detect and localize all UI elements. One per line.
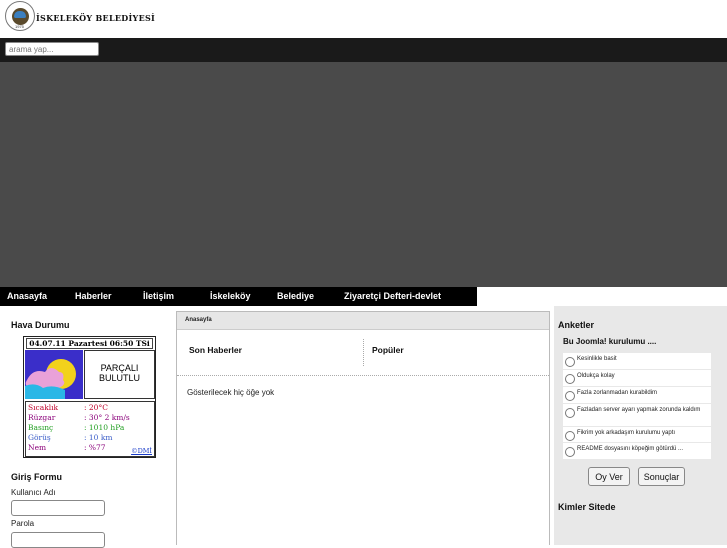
poll-option[interactable]: Fazla zorlanmadan kurabildim (563, 387, 711, 403)
whos-online-title: Kimler Sitede (558, 502, 616, 512)
search-input[interactable] (5, 42, 99, 56)
poll-option[interactable]: Oldukça kolay (563, 370, 711, 386)
poll-option[interactable]: Kesinlikle basit (563, 353, 711, 369)
logo-emblem-icon (12, 8, 29, 25)
radio-button[interactable] (565, 374, 575, 384)
main-content: Anasayfa Son Haberler Popüler Gösterilec… (176, 311, 550, 545)
username-label: Kullanıcı Adı (11, 488, 56, 497)
header-banner (0, 62, 727, 287)
nav-item-municipality[interactable]: Belediye (277, 291, 314, 301)
tab-divider (363, 339, 364, 366)
username-field[interactable] (11, 500, 105, 516)
weather-credit-link[interactable]: ©DMİ (131, 447, 152, 455)
poll-option[interactable]: README dosyasını köpeğim götürdü ... (563, 443, 711, 459)
poll-question: Bu Joomla! kurulumu .... (563, 337, 657, 346)
password-field[interactable] (11, 532, 105, 548)
weather-details: Sıcaklık : 20°C Rüzgar : 30° 2 km/s Bası… (25, 401, 155, 457)
weather-title: Hava Durumu (11, 320, 70, 330)
nav-item-iskelekoy[interactable]: İskeleköy (210, 291, 251, 301)
partly-cloudy-icon (25, 350, 83, 399)
poll-option[interactable]: Fikrim yok arkadaşım kurulumu yaptı (563, 427, 711, 442)
nav-item-contact[interactable]: İletişim (143, 291, 174, 301)
tab-popular[interactable]: Popüler (372, 345, 404, 355)
poll-option[interactable]: Fazladan server ayarı yapmak zorunda kal… (563, 404, 711, 426)
weather-date: 04.07.11 Pazartesi 06:50 TSi (26, 338, 153, 349)
main-nav: Anasayfa Haberler İletişim İskeleköy Bel… (0, 287, 477, 306)
polls-title: Anketler (558, 320, 595, 330)
site-header: 1975 İSKELEKÖY BELEDİYESİ (0, 0, 727, 38)
radio-button[interactable] (565, 357, 575, 367)
radio-button[interactable] (565, 447, 575, 457)
password-label: Parola (11, 519, 35, 528)
nav-item-home[interactable]: Anasayfa (7, 291, 47, 301)
site-title: İSKELEKÖY BELEDİYESİ (36, 13, 156, 23)
empty-message: Gösterilecek hiç öğe yok (187, 388, 275, 397)
radio-button[interactable] (565, 391, 575, 401)
logo-year: 1975 (15, 24, 24, 29)
tab-latest-news[interactable]: Son Haberler (189, 345, 242, 355)
results-button[interactable]: Sonuçlar (638, 467, 685, 486)
search-bar (0, 38, 727, 62)
nav-item-news[interactable]: Haberler (75, 291, 112, 301)
radio-button[interactable] (565, 408, 575, 418)
vote-button[interactable]: Oy Ver (588, 467, 630, 486)
tabs-divider (177, 375, 549, 376)
breadcrumb-bar: Anasayfa (177, 312, 549, 330)
weather-widget: 04.07.11 Pazartesi 06:50 TSi PARÇALI BUL… (23, 336, 156, 458)
weather-condition: PARÇALI BULUTLU (84, 350, 155, 399)
radio-button[interactable] (565, 431, 575, 441)
municipality-logo[interactable]: 1975 (5, 1, 35, 31)
login-title: Giriş Formu (11, 472, 63, 482)
nav-item-guestbook[interactable]: Ziyaretçi Defteri-devlet (344, 291, 441, 301)
breadcrumb[interactable]: Anasayfa (185, 317, 212, 323)
